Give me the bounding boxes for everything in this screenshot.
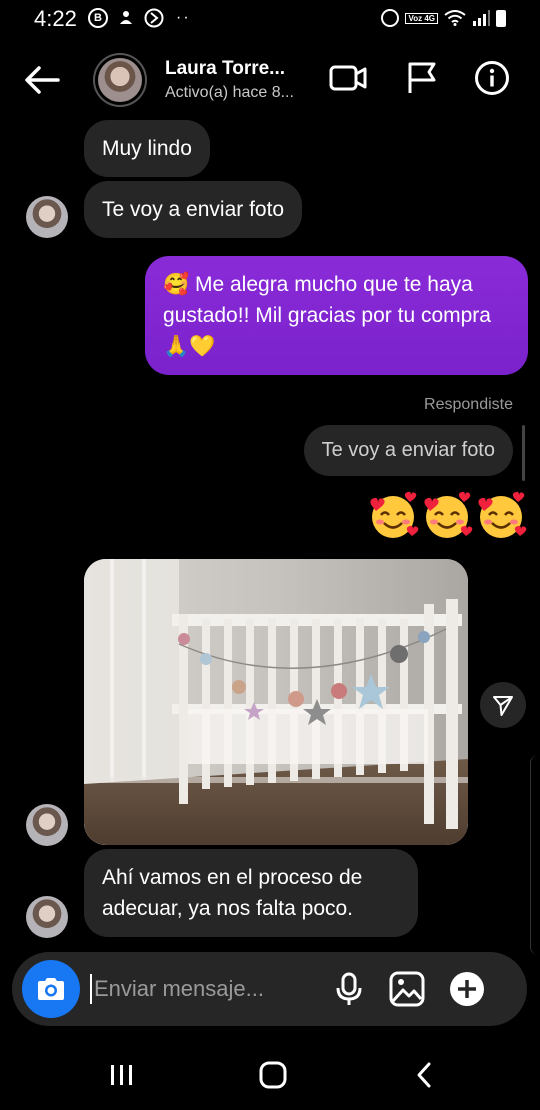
smiling-face-with-hearts-icon xyxy=(478,491,527,538)
system-navigation-bar xyxy=(0,1040,540,1110)
reply-indicator-bar xyxy=(522,425,525,481)
chat-header: Laura Torre... Activo(a) hace 8... xyxy=(0,40,540,118)
edge-panel-handle[interactable] xyxy=(530,755,540,955)
back-arrow-icon[interactable] xyxy=(22,62,62,98)
incoming-message-bubble[interactable]: Ahí vamos en el proceso de adecuar, ya n… xyxy=(84,849,418,937)
contact-activity-status: Activo(a) hace 8... xyxy=(165,84,294,101)
contact-avatar[interactable] xyxy=(93,53,147,107)
sender-avatar[interactable] xyxy=(26,804,68,846)
message-input[interactable] xyxy=(90,974,300,1004)
app-notification-icon xyxy=(120,11,132,24)
microphone-icon[interactable] xyxy=(330,970,368,1008)
battery-icon xyxy=(496,9,506,27)
photo-message[interactable] xyxy=(84,559,468,845)
add-icon[interactable] xyxy=(448,970,486,1008)
navigation-app-icon xyxy=(144,8,164,28)
reply-label: Respondiste xyxy=(424,396,513,413)
sender-avatar[interactable] xyxy=(26,896,68,938)
sender-avatar[interactable] xyxy=(26,196,68,238)
b-badge-icon: B xyxy=(88,8,108,28)
volte-icon: Voz 4G xyxy=(405,12,438,24)
signal-icon xyxy=(473,10,490,26)
wifi-icon xyxy=(444,10,466,26)
smiling-face-with-hearts-icon xyxy=(370,491,419,538)
emoji-message[interactable] xyxy=(366,488,528,542)
outgoing-message-bubble[interactable]: 🥰 Me alegra mucho que te haya gustado!! … xyxy=(145,256,528,375)
back-icon[interactable] xyxy=(410,1060,440,1090)
contact-name[interactable]: Laura Torre... xyxy=(165,58,285,80)
recents-icon[interactable] xyxy=(107,1060,137,1090)
alarm-icon xyxy=(381,9,400,27)
send-arrow-icon xyxy=(493,696,513,716)
crib-photo xyxy=(84,559,468,845)
contact-avatar-image xyxy=(98,58,142,102)
camera-icon xyxy=(38,978,64,1000)
quoted-reply-bubble[interactable]: Te voy a enviar foto xyxy=(303,425,513,476)
incoming-message-bubble[interactable]: Muy lindo xyxy=(84,120,210,177)
home-icon[interactable] xyxy=(258,1060,288,1090)
message-composer xyxy=(12,952,527,1026)
gallery-icon[interactable] xyxy=(388,970,426,1008)
info-icon[interactable] xyxy=(472,60,512,96)
incoming-message-bubble[interactable]: Te voy a enviar foto xyxy=(84,181,303,238)
more-notifications-icon: ·· xyxy=(176,9,191,26)
status-bar: 4:22 B ·· Voz 4G xyxy=(0,0,540,40)
status-time: 4:22 xyxy=(34,6,77,31)
status-notification-icons: B ·· xyxy=(88,8,191,28)
flag-report-icon[interactable] xyxy=(402,60,442,96)
share-button[interactable] xyxy=(480,682,526,728)
video-call-icon[interactable] xyxy=(328,60,368,96)
status-system-icons: Voz 4G xyxy=(381,9,506,27)
camera-button[interactable] xyxy=(22,960,80,1018)
smiling-face-with-hearts-icon xyxy=(424,491,473,538)
